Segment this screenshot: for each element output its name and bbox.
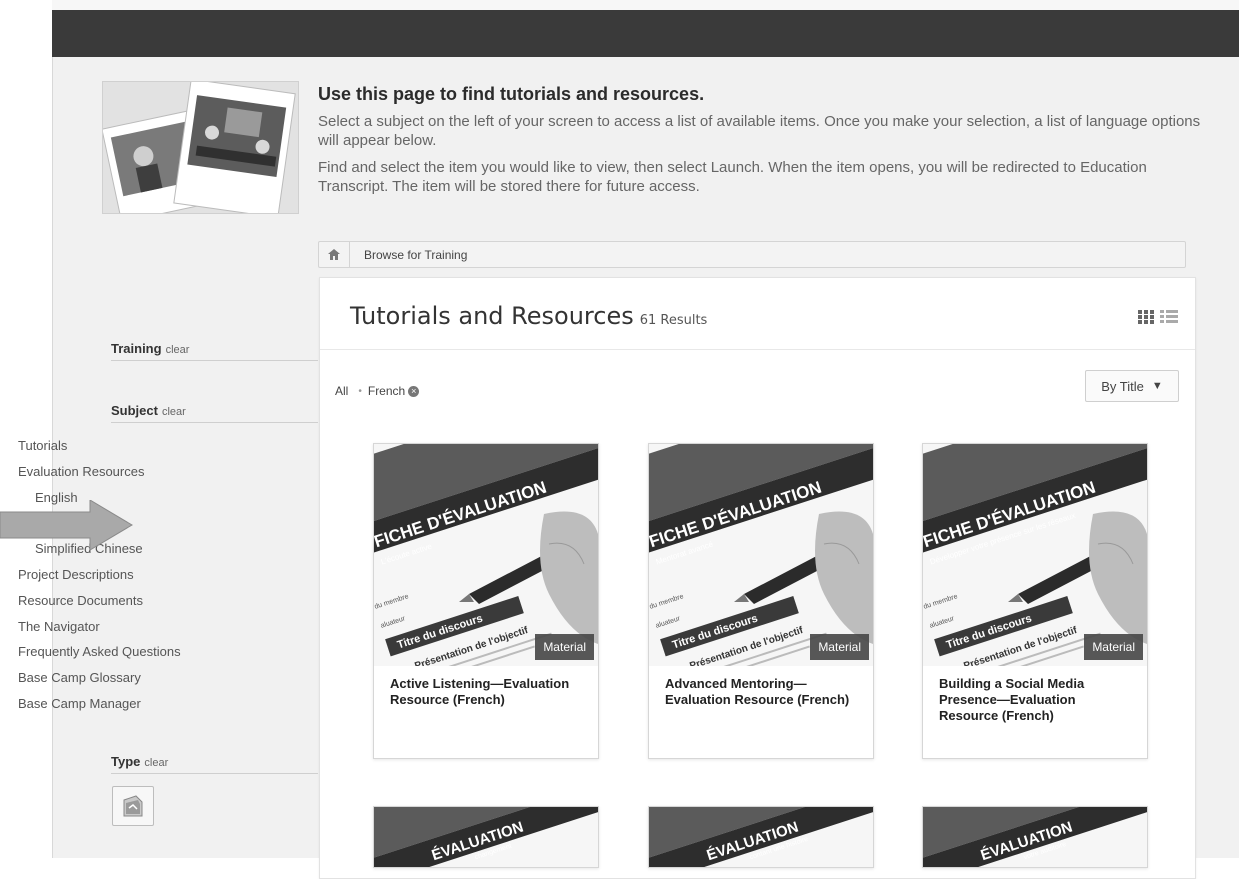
intro-heading: Use this page to find tutorials and reso…	[318, 84, 705, 104]
card-thumbnail[interactable]: ÉVALUATION votre auditoire	[923, 807, 1147, 867]
subject-item[interactable]: Base Camp Glossary	[18, 668, 181, 694]
resource-card[interactable]: FICHE D'ÉVALUATION Mentorat avancé du me…	[648, 443, 874, 759]
caret-down-icon: ▼	[1151, 380, 1163, 392]
hero-image	[102, 81, 299, 214]
active-filters: All • French ×	[335, 384, 420, 398]
subject-item[interactable]: Project Descriptions	[18, 565, 181, 591]
card-title[interactable]: Active Listening—Evaluation Resource (Fr…	[374, 666, 598, 708]
subject-item[interactable]: Evaluation Resources	[18, 462, 181, 488]
subject-clear-link[interactable]: clear	[162, 406, 186, 418]
intro-paragraph-2: Find and select the item you would like …	[318, 159, 1147, 195]
resource-card[interactable]: ÉVALUATION contant une histoire	[648, 806, 874, 868]
card-thumbnail[interactable]: FICHE D'ÉVALUATION Développer votre prés…	[923, 444, 1147, 666]
subject-facet-header: Subject clear	[111, 402, 318, 423]
material-badge: Material	[1084, 634, 1143, 660]
list-view-icon[interactable]	[1160, 309, 1178, 325]
type-label: Type	[111, 754, 141, 769]
subject-item[interactable]: Frequently Asked Questions	[18, 642, 181, 668]
material-badge: Material	[810, 634, 869, 660]
card-title[interactable]: Building a Social Media Presence—Evaluat…	[923, 666, 1147, 724]
resource-card[interactable]: ÉVALUATION votre auditoire	[922, 806, 1148, 868]
header-bar	[52, 10, 1239, 57]
sort-label: By Title	[1101, 378, 1144, 394]
subject-item[interactable]: The Navigator	[18, 617, 181, 643]
subject-label: Subject	[111, 403, 158, 418]
arrow-right-icon	[0, 499, 133, 555]
type-facet-header: Type clear	[111, 753, 318, 774]
card-thumbnail[interactable]: ÉVALUATION contant une histoire	[649, 807, 873, 867]
card-thumbnail[interactable]: FICHE D'ÉVALUATION Mentorat avancé du me…	[649, 444, 873, 666]
card-thumbnail[interactable]: FICHE D'ÉVALUATION L'écoute active du me…	[374, 444, 598, 666]
type-clear-link[interactable]: clear	[144, 757, 168, 769]
card-title[interactable]: Advanced Mentoring—Evaluation Resource (…	[649, 666, 873, 708]
intro-paragraph-1: Select a subject on the left of your scr…	[318, 113, 1201, 149]
breadcrumb-current: Browse for Training	[364, 247, 468, 262]
results-header: Tutorials and Resources 61 Results	[320, 278, 1195, 350]
results-title: Tutorials and Resources 61 Results	[350, 302, 707, 330]
subject-item[interactable]: Base Camp Manager	[18, 694, 181, 720]
subject-item[interactable]: Tutorials	[18, 436, 181, 462]
resource-card[interactable]: ÉVALUATION changement	[373, 806, 599, 868]
material-badge: Material	[535, 634, 594, 660]
home-icon[interactable]	[319, 242, 350, 267]
results-count: 61 Results	[639, 313, 708, 328]
training-facet-header: Training clear	[111, 340, 318, 361]
top-strip	[52, 0, 1239, 10]
filter-separator: •	[358, 385, 362, 397]
results-title-text: Tutorials and Resources	[350, 302, 634, 330]
intro-section: Use this page to find tutorials and reso…	[318, 82, 1218, 204]
grid-view-icon[interactable]	[1138, 309, 1156, 325]
resource-card[interactable]: FICHE D'ÉVALUATION L'écoute active du me…	[373, 443, 599, 759]
resource-card[interactable]: FICHE D'ÉVALUATION Développer votre prés…	[922, 443, 1148, 759]
filter-all[interactable]: All	[335, 384, 348, 398]
remove-filter-icon[interactable]: ×	[408, 385, 420, 397]
breadcrumb: Browse for Training	[318, 241, 1186, 268]
filter-french: French	[367, 384, 406, 398]
training-label: Training	[111, 341, 162, 356]
training-clear-link[interactable]: clear	[166, 344, 190, 356]
card-thumbnail[interactable]: ÉVALUATION changement	[374, 807, 598, 867]
material-type-icon[interactable]	[112, 786, 154, 826]
subject-item[interactable]: Resource Documents	[18, 591, 181, 617]
subject-list: TutorialsEvaluation ResourcesEnglishFren…	[18, 436, 181, 720]
sort-dropdown[interactable]: By Title ▼	[1085, 370, 1179, 402]
